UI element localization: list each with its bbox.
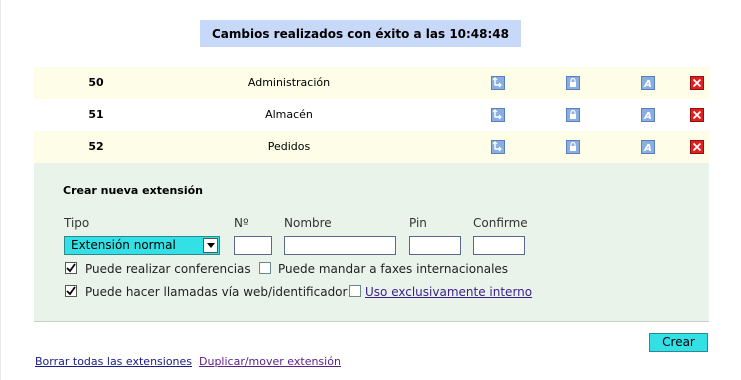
extension-row: 52 Pedidos A	[34, 131, 709, 163]
duplicar-mover-link[interactable]: Duplicar/mover extensión	[199, 355, 341, 368]
extension-name: Pedidos	[267, 140, 311, 153]
letter-a-icon[interactable]: A	[641, 76, 655, 90]
tipo-select-value: Extensión normal	[71, 238, 176, 252]
left-border	[0, 0, 1, 380]
status-banner: Cambios realizados con éxito a las 10:48…	[200, 20, 521, 47]
svg-text:A: A	[643, 111, 652, 121]
transfer-icon[interactable]	[491, 108, 505, 122]
chevron-down-icon[interactable]	[203, 238, 218, 253]
pin-input[interactable]	[409, 236, 461, 255]
extension-row: 50 Administración A	[34, 67, 709, 99]
borrar-todas-link[interactable]: Borrar todas las extensiones	[35, 355, 192, 368]
checkmark-icon	[66, 263, 76, 273]
crear-button[interactable]: Crear	[649, 333, 708, 352]
tipo-select[interactable]: Extensión normal	[64, 236, 220, 255]
create-extension-panel: Crear nueva extensión Tipo Nº Nombre Pin…	[34, 163, 709, 322]
extension-number: 51	[88, 108, 104, 121]
letter-a-icon[interactable]: A	[641, 108, 655, 122]
extension-name: Almacén	[265, 108, 313, 121]
panel-title: Crear nueva extensión	[63, 184, 203, 197]
extension-number: 52	[88, 140, 104, 153]
llamadas-web-checkbox[interactable]	[65, 285, 77, 297]
lock-icon[interactable]	[566, 140, 580, 154]
transfer-icon[interactable]	[491, 76, 505, 90]
status-message: Cambios realizados con éxito a las 10:48…	[211, 26, 510, 41]
llamadas-web-label: Puede hacer llamadas vía web/identificad…	[85, 285, 348, 299]
tipo-label: Tipo	[64, 216, 90, 230]
faxes-label: Puede mandar a faxes internacionales	[278, 262, 509, 276]
extension-number: 50	[88, 76, 104, 89]
transfer-icon[interactable]	[491, 140, 505, 154]
extension-row: 51 Almacén A	[34, 99, 709, 131]
pin-label: Pin	[409, 216, 427, 230]
delete-icon[interactable]	[690, 140, 704, 154]
letter-a-icon[interactable]: A	[641, 140, 655, 154]
numero-label: Nº	[234, 216, 249, 230]
nombre-label: Nombre	[284, 216, 332, 230]
confirme-label: Confirme	[473, 216, 528, 230]
lock-icon[interactable]	[566, 76, 580, 90]
conferencias-label: Puede realizar conferencias	[85, 262, 251, 276]
delete-icon[interactable]	[690, 76, 704, 90]
numero-input[interactable]	[234, 236, 272, 255]
extension-name: Administración	[247, 76, 331, 89]
nombre-input[interactable]	[284, 236, 396, 255]
confirme-input[interactable]	[473, 236, 525, 255]
lock-icon[interactable]	[566, 108, 580, 122]
checkmark-icon	[66, 286, 76, 296]
faxes-checkbox[interactable]	[259, 262, 271, 274]
interno-checkbox[interactable]	[349, 285, 361, 297]
delete-icon[interactable]	[690, 108, 704, 122]
svg-text:A: A	[643, 143, 652, 153]
interno-label-link[interactable]: Uso exclusivamente interno	[365, 285, 532, 299]
svg-text:A: A	[643, 79, 652, 89]
conferencias-checkbox[interactable]	[65, 262, 77, 274]
